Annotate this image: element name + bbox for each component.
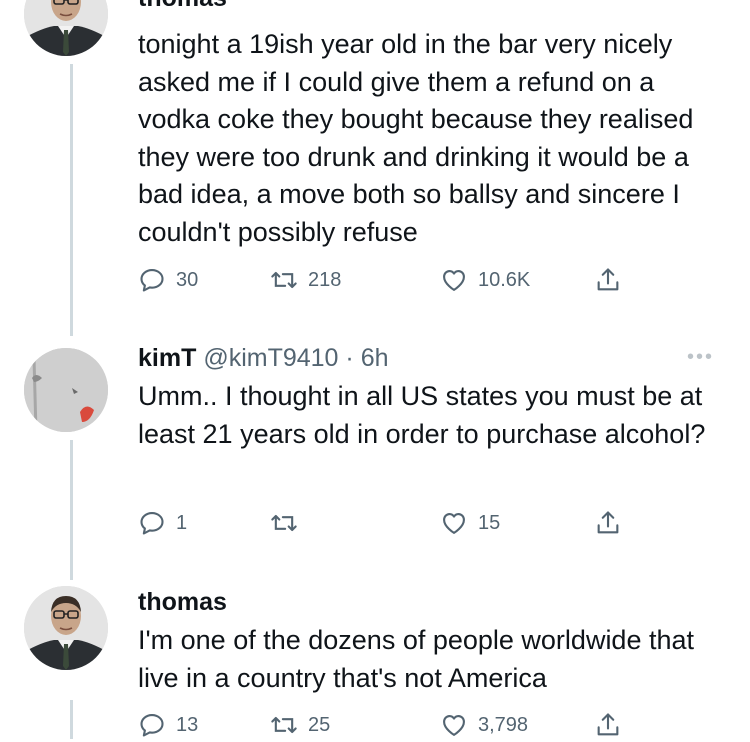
tweet-text: I'm one of the dozens of people worldwid… — [138, 625, 695, 693]
more-icon[interactable]: ••• — [687, 346, 714, 369]
avatar[interactable] — [24, 0, 108, 56]
tweet-actions: 30 218 10.6K — [138, 263, 638, 297]
author-name[interactable]: kimT — [138, 344, 196, 372]
like-count: 15 — [478, 511, 501, 534]
reply-count: 30 — [176, 268, 199, 291]
share-icon — [594, 266, 622, 294]
retweet-icon — [270, 711, 298, 739]
author-name[interactable]: thomas — [138, 0, 227, 12]
author-name[interactable]: thomas — [138, 588, 227, 616]
tweet-actions: 1 15 — [138, 506, 638, 540]
like-icon — [440, 509, 468, 537]
author-handle[interactable]: @kimT9410 — [203, 344, 338, 372]
reply-icon — [138, 266, 166, 294]
retweet-button[interactable]: 218 — [270, 263, 341, 297]
tweet-reply[interactable]: thomas I'm one of the dozens of people w… — [0, 570, 750, 739]
tweet-actions: 13 25 3,798 — [138, 708, 638, 742]
share-button[interactable] — [594, 263, 622, 297]
tweet-text: Umm.. I thought in all US states you mus… — [138, 381, 706, 449]
timestamp[interactable]: · 6h — [345, 344, 388, 372]
like-button[interactable]: 10.6K — [440, 263, 530, 297]
reply-count: 1 — [176, 511, 188, 534]
share-icon — [594, 509, 622, 537]
reply-icon — [138, 509, 166, 537]
share-button[interactable] — [594, 708, 622, 742]
retweet-button[interactable] — [270, 506, 308, 540]
like-button[interactable]: 3,798 — [440, 708, 528, 742]
tweet-header: kimT @kimT9410 · 6h — [138, 342, 726, 374]
thread-line — [70, 440, 73, 580]
tweet-original[interactable]: thomas tonight a 19ish year old in the b… — [0, 0, 750, 336]
reply-button[interactable]: 13 — [138, 708, 198, 742]
retweet-icon — [270, 509, 298, 537]
avatar[interactable] — [24, 586, 108, 670]
thread-line — [70, 700, 73, 739]
reply-count: 13 — [176, 713, 199, 736]
share-icon — [594, 711, 622, 739]
retweet-button[interactable]: 25 — [270, 708, 330, 742]
like-button[interactable]: 15 — [440, 506, 500, 540]
reply-button[interactable]: 30 — [138, 263, 198, 297]
retweet-count: 25 — [308, 713, 331, 736]
thread-line — [70, 64, 73, 336]
retweet-count: 218 — [308, 268, 342, 291]
reply-icon — [138, 711, 166, 739]
tweet-reply[interactable]: kimT @kimT9410 · 6h ••• Umm.. I thought … — [0, 320, 750, 580]
tweet-header: thomas — [138, 586, 726, 618]
avatar[interactable] — [24, 348, 108, 432]
tweet-text: tonight a 19ish year old in the bar very… — [138, 29, 694, 247]
share-button[interactable] — [594, 506, 622, 540]
like-icon — [440, 266, 468, 294]
like-count: 3,798 — [478, 713, 529, 736]
reply-button[interactable]: 1 — [138, 506, 187, 540]
retweet-icon — [270, 266, 298, 294]
tweet-header: thomas — [138, 0, 726, 14]
like-icon — [440, 711, 468, 739]
like-count: 10.6K — [478, 268, 531, 291]
